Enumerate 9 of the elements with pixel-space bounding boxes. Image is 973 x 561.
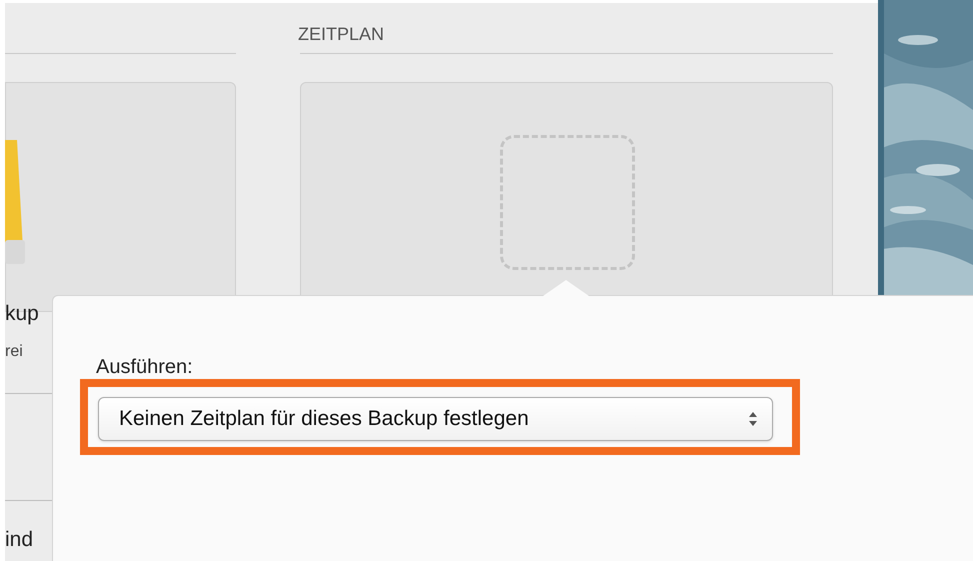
backup-detail: rei [5,342,23,362]
stepper-icon [748,411,758,427]
option-label: ind [5,527,34,553]
section-heading: ZEITPLAN [298,23,384,46]
drive-icon [5,140,27,265]
schedule-select[interactable]: Keinen Zeitplan für dieses Backup festlegen [98,397,773,441]
popover-arrow [543,280,589,296]
backup-name: kup [5,301,39,327]
run-label: Ausführen: [96,355,193,380]
